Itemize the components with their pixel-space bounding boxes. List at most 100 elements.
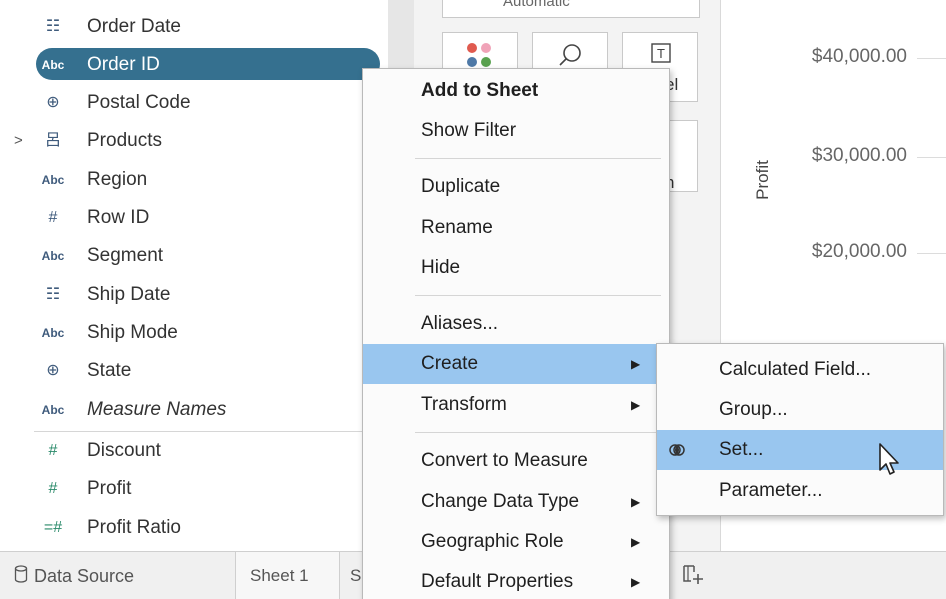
data-pane: ☷ Order Date Abc Order ID ⊕ Postal Code … (0, 0, 388, 551)
label-icon: T (651, 43, 671, 63)
hierarchy-icon: 呂 (44, 132, 61, 149)
menu-item-show-filter[interactable]: Show Filter (363, 111, 669, 151)
field-context-menu: Add to Sheet Show Filter Duplicate Renam… (362, 68, 670, 599)
calc-number-icon: =# (43, 519, 63, 536)
field-name: Postal Code (87, 92, 191, 113)
menu-item-label: Add to Sheet (421, 80, 539, 101)
gridline (917, 253, 946, 254)
database-icon (14, 565, 28, 583)
menu-item-default-properties[interactable]: Default Properties ▶ (363, 562, 669, 599)
submenu-arrow-icon: ▶ (631, 398, 641, 412)
field-name: Profit (87, 478, 132, 499)
field-name: Measure Names (87, 399, 227, 420)
submenu-item-label: Parameter... (719, 480, 823, 501)
menu-item-label: Transform (421, 394, 507, 415)
y-tick-label: $30,000.00 (811, 145, 907, 166)
y-tick-label: $40,000.00 (811, 46, 907, 67)
field-name: Row ID (87, 207, 150, 228)
field-discount[interactable]: # Discount (0, 432, 388, 470)
expand-chevron-icon[interactable]: > (14, 122, 23, 160)
field-name: Profit Ratio (87, 517, 181, 538)
submenu-item-label: Set... (719, 439, 764, 460)
menu-separator (415, 432, 661, 433)
field-name: Ship Date (87, 284, 171, 305)
menu-item-change-data-type[interactable]: Change Data Type ▶ (363, 482, 669, 522)
field-name: Discount (87, 440, 161, 461)
create-submenu: Calculated Field... Group... Set... Para… (656, 343, 944, 516)
number-icon: # (48, 442, 58, 459)
abc-icon: Abc (41, 326, 65, 340)
calendar-icon: ☷ (45, 286, 61, 303)
field-state[interactable]: ⊕ State (0, 352, 388, 390)
field-postal-code[interactable]: ⊕ Postal Code (0, 84, 388, 122)
number-icon: # (48, 480, 58, 497)
menu-item-label: Rename (421, 217, 493, 238)
abc-icon: Abc (41, 249, 65, 263)
field-profit[interactable]: # Profit (0, 470, 388, 508)
new-worksheet-button[interactable] (678, 562, 708, 590)
tab-label: Data Source (34, 566, 135, 586)
menu-separator (415, 158, 661, 159)
field-segment[interactable]: Abc Segment (0, 237, 388, 275)
tab-sheet-1[interactable]: Sheet 1 (236, 552, 340, 599)
menu-item-duplicate[interactable]: Duplicate (363, 167, 669, 207)
menu-item-label: Geographic Role (421, 531, 564, 552)
mouse-pointer-icon (879, 443, 899, 475)
calendar-icon: ☷ (45, 18, 61, 35)
gridline (917, 58, 946, 59)
field-profit-ratio[interactable]: =# Profit Ratio (0, 509, 388, 547)
submenu-arrow-icon: ▶ (631, 575, 641, 589)
gridline (917, 157, 946, 158)
menu-item-geographic-role[interactable]: Geographic Role ▶ (363, 522, 669, 562)
submenu-arrow-icon: ▶ (631, 495, 641, 509)
field-row-id[interactable]: # Row ID (0, 199, 388, 237)
abc-icon: Abc (41, 403, 65, 417)
menu-item-label: Create (421, 353, 479, 374)
size-icon (559, 44, 581, 66)
field-measure-names[interactable]: Abc Measure Names (0, 391, 388, 429)
svg-text:T: T (657, 46, 665, 61)
menu-item-label: Hide (421, 257, 461, 278)
field-name: Order ID (87, 54, 160, 75)
menu-item-hide[interactable]: Hide (363, 248, 669, 288)
field-name: Products (87, 130, 162, 151)
submenu-item-calculated-field[interactable]: Calculated Field... (657, 350, 943, 390)
menu-item-add-to-sheet[interactable]: Add to Sheet (363, 71, 669, 111)
submenu-arrow-icon: ▶ (631, 357, 641, 371)
tab-data-source[interactable]: Data Source (0, 552, 236, 599)
menu-item-convert-to-measure[interactable]: Convert to Measure (363, 441, 669, 481)
field-region[interactable]: Abc Region (0, 161, 388, 199)
menu-item-transform[interactable]: Transform ▶ (363, 385, 669, 425)
field-order-date[interactable]: ☷ Order Date (0, 8, 388, 46)
field-name: Ship Mode (87, 322, 178, 343)
globe-icon: ⊕ (46, 94, 60, 111)
menu-item-label: Duplicate (421, 176, 501, 197)
menu-item-label: Default Properties (421, 571, 574, 592)
submenu-item-group[interactable]: Group... (657, 390, 943, 430)
new-worksheet-icon (683, 565, 703, 584)
y-tick-label: $20,000.00 (811, 241, 907, 262)
menu-item-label: Aliases... (421, 313, 499, 334)
menu-item-aliases[interactable]: Aliases... (363, 304, 669, 344)
y-axis-title[interactable]: Profit (733, 150, 793, 210)
mark-type-dropdown[interactable]: Automatic (442, 0, 700, 18)
field-name: State (87, 360, 132, 381)
field-name: Segment (87, 245, 164, 266)
menu-item-rename[interactable]: Rename (363, 208, 669, 248)
submenu-arrow-icon: ▶ (631, 535, 641, 549)
mark-type-value: Automatic (503, 0, 570, 10)
field-ship-date[interactable]: ☷ Ship Date (0, 276, 388, 314)
field-name: Region (87, 169, 148, 190)
menu-item-label: Show Filter (421, 120, 517, 141)
field-ship-mode[interactable]: Abc Ship Mode (0, 314, 388, 352)
abc-icon: Abc (41, 173, 65, 187)
menu-item-create[interactable]: Create ▶ (363, 344, 669, 384)
color-icon (467, 43, 493, 69)
tab-label: S (350, 566, 362, 585)
tab-label: Sheet 1 (250, 566, 309, 585)
field-order-id[interactable]: Abc Order ID (0, 46, 388, 84)
submenu-item-label: Group... (719, 399, 788, 420)
menu-item-label: Change Data Type (421, 491, 580, 512)
field-products[interactable]: > 呂 Products (0, 122, 388, 160)
abc-icon: Abc (41, 58, 65, 72)
